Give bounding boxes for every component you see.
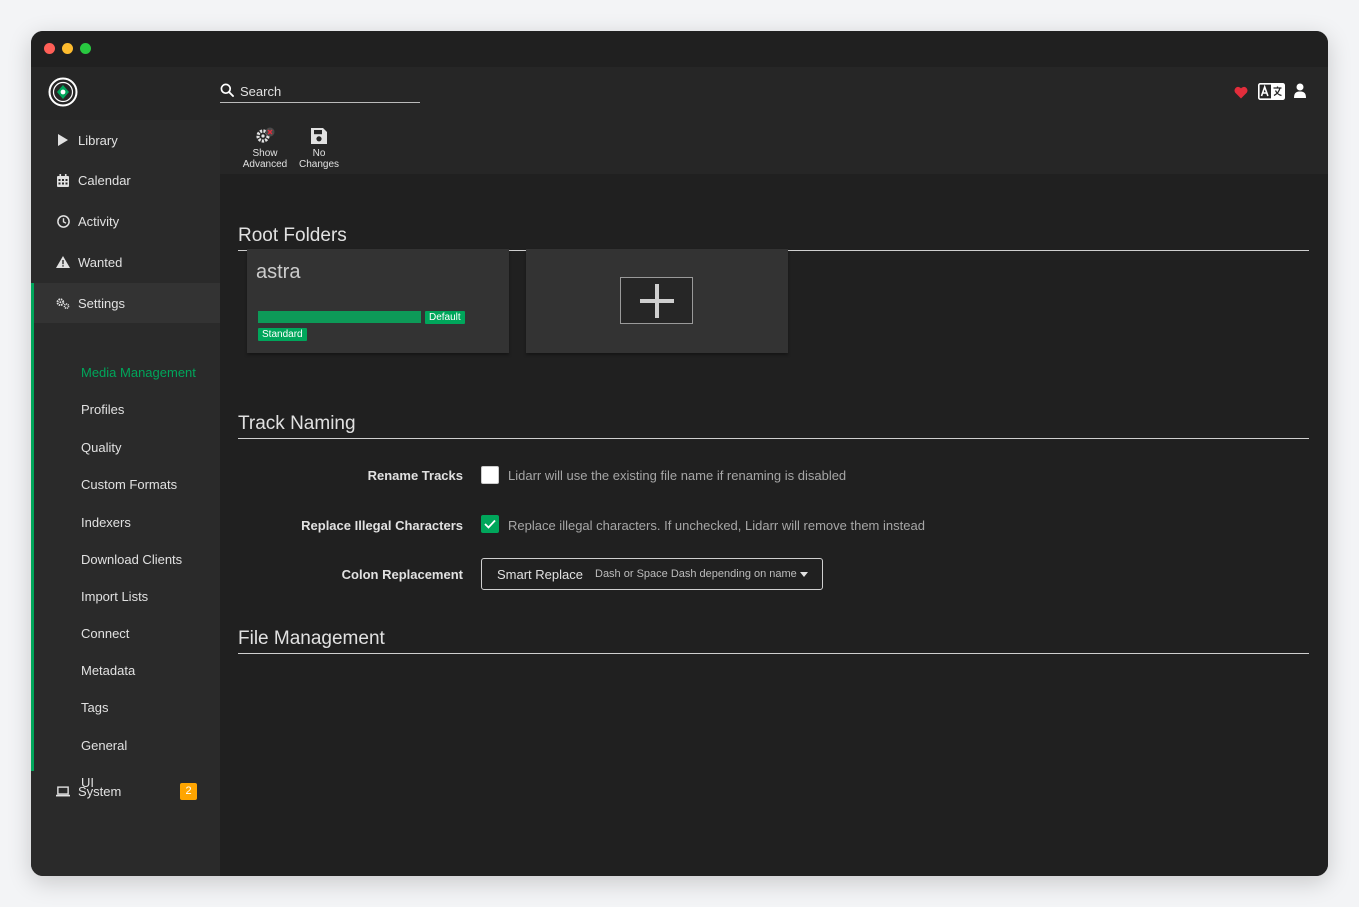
checkmark-icon	[484, 519, 496, 529]
settings-group-indicator	[31, 283, 34, 771]
no-changes-label-line1: No	[312, 148, 326, 159]
cogs-icon	[56, 296, 70, 310]
app-window: Library Calendar Activity	[31, 31, 1328, 876]
root-folder-card[interactable]: astra Default Standard	[247, 249, 509, 353]
sidebar-item-activity[interactable]: Activity	[31, 201, 220, 241]
translate-icon[interactable]	[1258, 83, 1285, 100]
sidebar-item-system[interactable]: System 2	[31, 771, 220, 811]
advanced-settings-icon	[255, 126, 275, 146]
section-title-root-folders: Root Folders	[238, 225, 1309, 251]
no-changes-label-line2: Changes	[298, 159, 340, 170]
settings-quality[interactable]: Quality	[81, 438, 121, 458]
show-advanced-button[interactable]: Show Advanced	[238, 126, 292, 170]
replace-illegal-characters-label: Replace Illegal Characters	[301, 518, 463, 533]
sidebar-item-wanted[interactable]: Wanted	[31, 242, 220, 282]
search-input[interactable]	[240, 81, 418, 101]
settings-media-management[interactable]: Media Management	[81, 363, 196, 383]
lidarr-logo[interactable]	[48, 77, 78, 107]
sidebar-item-label: Library	[78, 132, 118, 148]
sidebar-item-label: System	[78, 783, 122, 799]
sidebar-item-label: Wanted	[78, 254, 123, 270]
section-title-track-naming: Track Naming	[238, 413, 1309, 439]
caret-down-icon	[800, 572, 808, 577]
colon-replacement-select[interactable]: Smart Replace Dash or Space Dash dependi…	[481, 558, 823, 590]
disk-space-progress-bar	[258, 311, 421, 323]
warning-icon	[56, 255, 70, 269]
search-field	[220, 79, 420, 103]
add-root-folder-button[interactable]	[620, 277, 693, 324]
show-advanced-label-line1: Show	[252, 148, 278, 159]
page-toolbar: Show Advanced No Changes	[220, 120, 1328, 174]
settings-indexers[interactable]: Indexers	[81, 513, 131, 533]
section-title-file-management: File Management	[238, 628, 1309, 654]
sidebar-item-library[interactable]: Library	[31, 120, 220, 160]
sidebar-item-label: Settings	[78, 295, 125, 311]
minimize-window-button[interactable]	[62, 43, 73, 54]
add-root-folder-card[interactable]	[526, 249, 788, 353]
play-icon	[56, 133, 70, 147]
settings-download-clients[interactable]: Download Clients	[81, 550, 182, 570]
colon-replacement-label: Colon Replacement	[341, 567, 463, 582]
sidebar-item-label: Activity	[78, 213, 120, 229]
disk-space-progress-fill	[258, 311, 421, 323]
root-folder-name: astra	[256, 261, 301, 283]
sidebar-item-settings[interactable]: Settings	[31, 283, 220, 323]
settings-general[interactable]: General	[81, 736, 127, 756]
clock-icon	[56, 214, 70, 228]
colon-replacement-hint: Dash or Space Dash depending on name	[595, 568, 797, 580]
maximize-window-button[interactable]	[80, 43, 91, 54]
calendar-icon	[56, 173, 70, 187]
settings-metadata[interactable]: Metadata	[81, 661, 135, 681]
replace-illegal-characters-help: Replace illegal characters. If unchecked…	[508, 518, 925, 533]
settings-profiles[interactable]: Profiles	[81, 400, 124, 420]
rename-tracks-checkbox[interactable]	[481, 466, 499, 484]
settings-import-lists[interactable]: Import Lists	[81, 587, 148, 607]
title-bar	[31, 31, 1328, 67]
close-window-button[interactable]	[44, 43, 55, 54]
sidebar: Library Calendar Activity Wanted Setting…	[31, 120, 220, 876]
search-icon	[220, 83, 234, 97]
sidebar-item-label: Calendar	[78, 172, 131, 188]
laptop-icon	[56, 784, 70, 798]
settings-connect[interactable]: Connect	[81, 624, 129, 644]
page-content: Root Folders astra Default Standard Trac…	[220, 174, 1328, 876]
rename-tracks-help: Lidarr will use the existing file name i…	[508, 468, 847, 483]
page-header	[31, 67, 1328, 120]
sidebar-item-calendar[interactable]: Calendar	[31, 160, 220, 200]
rename-tracks-label: Rename Tracks	[367, 468, 463, 483]
show-advanced-label-line2: Advanced	[242, 159, 288, 170]
settings-tags[interactable]: Tags	[81, 698, 108, 718]
replace-illegal-characters-checkbox[interactable]	[481, 515, 499, 533]
default-tag: Default	[425, 311, 465, 324]
standard-tag: Standard	[258, 328, 307, 341]
save-icon	[309, 126, 329, 146]
user-icon[interactable]	[1294, 83, 1306, 98]
settings-custom-formats[interactable]: Custom Formats	[81, 475, 177, 495]
plus-icon	[639, 283, 674, 318]
heart-icon[interactable]	[1234, 86, 1248, 99]
save-button[interactable]: No Changes	[292, 126, 346, 170]
colon-replacement-value: Smart Replace	[497, 567, 583, 582]
system-badge: 2	[180, 782, 197, 800]
